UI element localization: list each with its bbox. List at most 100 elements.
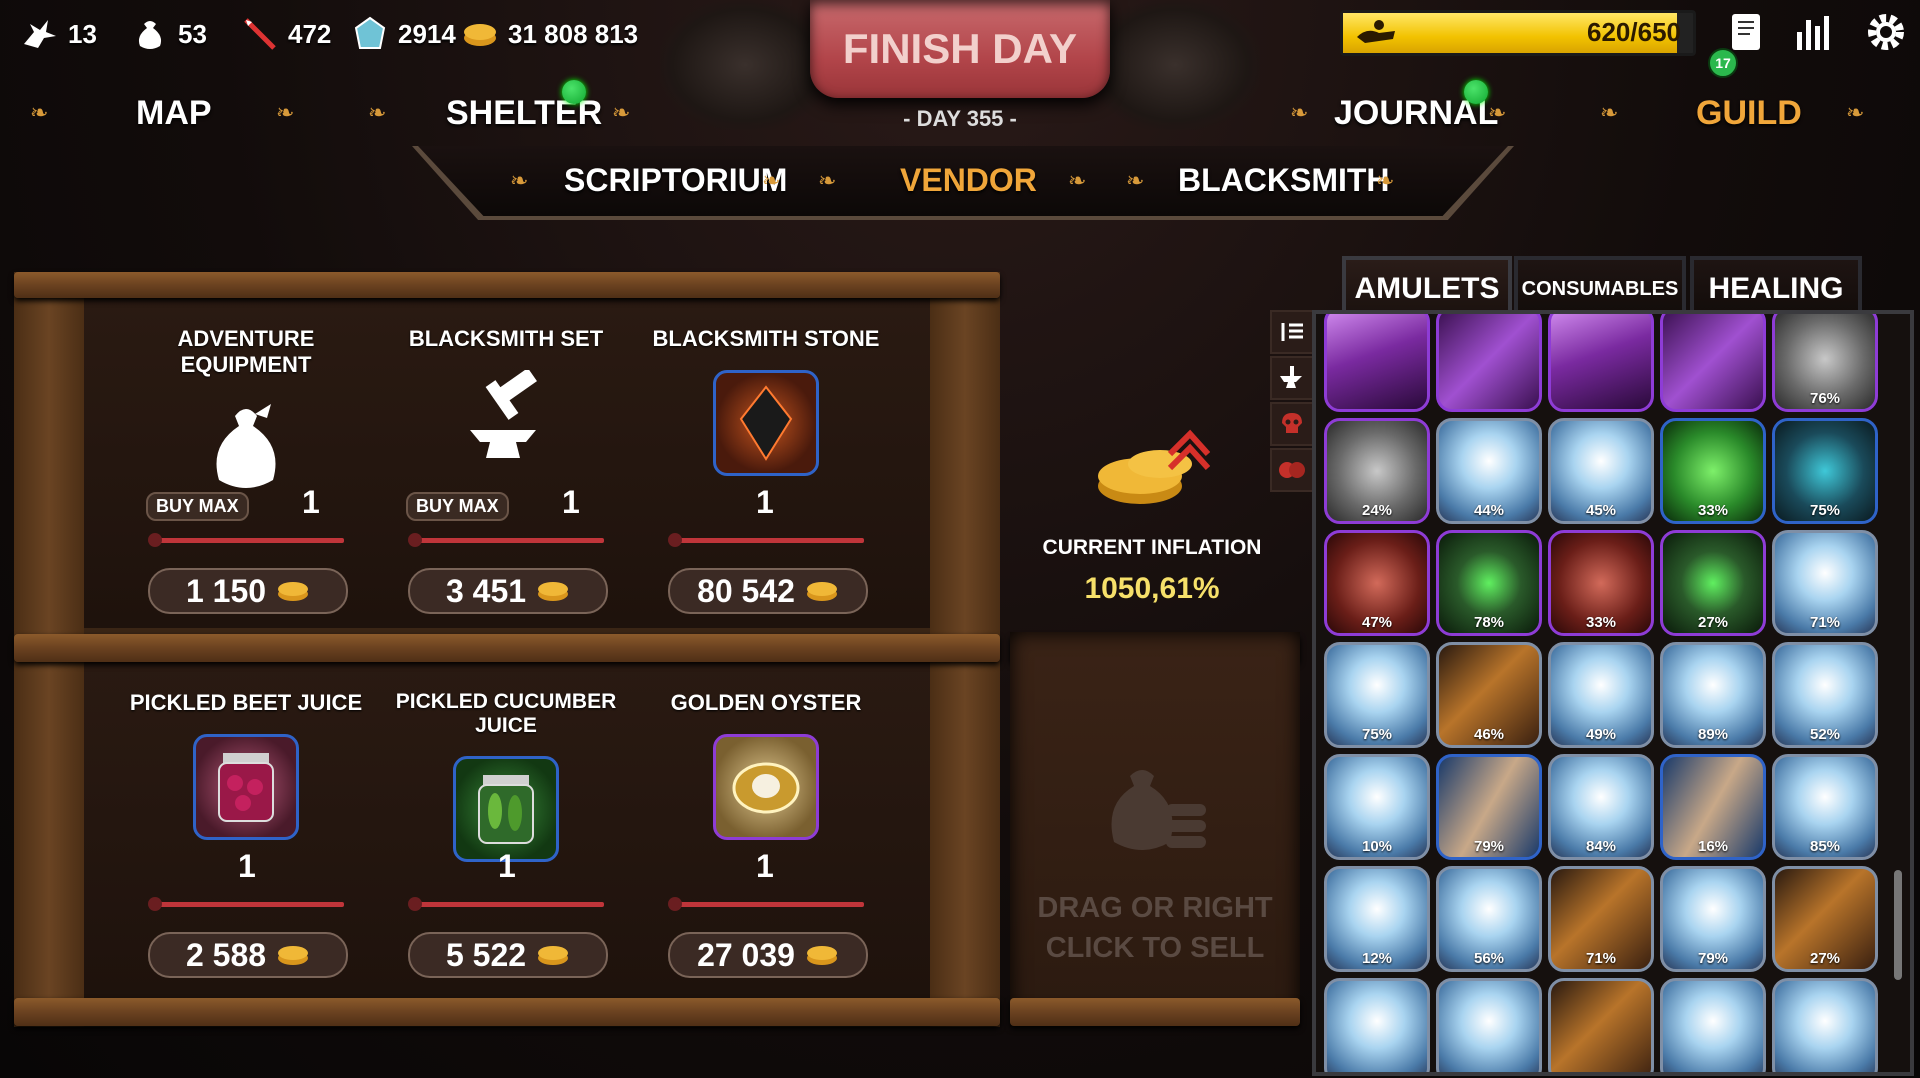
settings-button[interactable] <box>1862 8 1910 56</box>
price-button[interactable]: 3 451 <box>408 568 608 614</box>
inventory-slot[interactable]: 78% <box>1436 530 1542 636</box>
price-button[interactable]: 27 039 <box>668 932 868 978</box>
shop-item[interactable]: ADVENTURE EQUIPMENT <box>116 326 376 496</box>
slider-knob[interactable] <box>408 533 422 547</box>
tab-vendor[interactable]: VENDOR <box>900 162 1037 199</box>
inventory-slot[interactable]: 47% <box>1324 530 1430 636</box>
price-button[interactable]: 80 542 <box>668 568 868 614</box>
quantity-slider[interactable] <box>408 897 604 911</box>
filter-skull-button[interactable] <box>1270 402 1314 446</box>
inventory-slot[interactable] <box>1548 978 1654 1072</box>
durability-percent: 12% <box>1361 950 1393 967</box>
purple-staff-icon <box>1439 314 1539 409</box>
shop-item[interactable]: PICKLED BEET JUICE <box>116 690 376 840</box>
inventory-scrollbar[interactable] <box>1894 870 1902 980</box>
inventory-slot[interactable]: 27% <box>1772 866 1878 972</box>
slider-knob[interactable] <box>668 897 682 911</box>
inventory-slot[interactable]: 75% <box>1324 642 1430 748</box>
slider-knob[interactable] <box>668 533 682 547</box>
buy-max-button[interactable]: BUY MAX <box>406 492 509 521</box>
filter-craft-button[interactable] <box>1270 356 1314 400</box>
inventory-slot[interactable]: 12% <box>1324 866 1430 972</box>
inventory-slot[interactable] <box>1436 314 1542 412</box>
price-button[interactable]: 2 588 <box>148 932 348 978</box>
inventory-slot[interactable]: 49% <box>1548 642 1654 748</box>
inventory-slot[interactable]: 10% <box>1324 754 1430 860</box>
statistics-button[interactable] <box>1790 8 1838 56</box>
quantity-slider[interactable] <box>148 533 344 547</box>
quantity-slider[interactable] <box>408 533 604 547</box>
durability-percent: 79% <box>1473 838 1505 855</box>
quantity-slider[interactable] <box>668 897 864 911</box>
ornament-icon: ❧ <box>510 168 529 193</box>
inventory-slot[interactable]: 16% <box>1660 754 1766 860</box>
tab-scriptorium[interactable]: SCRIPTORIUM <box>564 162 787 199</box>
inventory-slot[interactable]: 79% <box>1660 866 1766 972</box>
inventory-slot[interactable]: 85% <box>1772 754 1878 860</box>
quantity-slider[interactable] <box>668 533 864 547</box>
inventory-slot[interactable]: 56% <box>1436 866 1542 972</box>
inventory-slot[interactable] <box>1324 978 1430 1072</box>
shop-item[interactable]: BLACKSMITH SET <box>376 326 636 470</box>
inventory-slot[interactable] <box>1436 978 1542 1072</box>
inventory-slot[interactable]: 33% <box>1660 418 1766 524</box>
gold-coins-icon <box>538 946 569 965</box>
inventory-slot[interactable]: 89% <box>1660 642 1766 748</box>
inventory-slot[interactable]: 44% <box>1436 418 1542 524</box>
price-button[interactable]: 5 522 <box>408 932 608 978</box>
ornament-icon: ❧ <box>368 100 387 125</box>
quantity-slider[interactable] <box>148 897 344 911</box>
item-quantity: 1 <box>756 484 774 520</box>
item-name: ADVENTURE EQUIPMENT <box>177 326 315 377</box>
shop-item[interactable]: PICKLED CUCUMBER JUICE <box>376 690 636 862</box>
nav-guild[interactable]: GUILD <box>1696 94 1802 133</box>
inventory-slot[interactable] <box>1772 978 1878 1072</box>
filter-skulls-button[interactable] <box>1270 448 1314 492</box>
inventory-slot[interactable]: 71% <box>1548 866 1654 972</box>
skull-icon <box>1282 413 1302 433</box>
inventory-slot[interactable] <box>1548 314 1654 412</box>
inventory-slot[interactable]: 52% <box>1772 642 1878 748</box>
tab-blacksmith[interactable]: BLACKSMITH <box>1178 162 1390 199</box>
inventory-slot[interactable]: 33% <box>1548 530 1654 636</box>
inventory-slot[interactable]: 76% <box>1772 314 1878 412</box>
gold-coins-icon <box>278 946 309 965</box>
item-quantity: 1 <box>302 484 320 520</box>
buy-max-button[interactable]: BUY MAX <box>146 492 249 521</box>
finish-day-button[interactable]: FINISH DAY <box>810 0 1110 98</box>
tab-consumables[interactable]: CONSUMABLES <box>1514 256 1686 318</box>
purple-crystal-icon <box>1551 314 1651 409</box>
inventory-slot[interactable]: 45% <box>1548 418 1654 524</box>
price-value: 80 542 <box>697 572 795 609</box>
slider-knob[interactable] <box>408 897 422 911</box>
item-name: PICKLED BEET JUICE <box>129 690 363 715</box>
inventory-slot[interactable]: 27% <box>1660 530 1766 636</box>
tab-amulets[interactable]: AMULETS <box>1342 256 1512 318</box>
tab-healing[interactable]: HEALING <box>1690 256 1862 318</box>
inventory-slot[interactable]: 71% <box>1772 530 1878 636</box>
price-value: 27 039 <box>697 936 795 973</box>
price-button[interactable]: 1 150 <box>148 568 348 614</box>
gold-coins-icon <box>538 582 569 601</box>
inventory-slot[interactable]: 24% <box>1324 418 1430 524</box>
inventory-slot[interactable] <box>1324 314 1430 412</box>
durability-percent: 75% <box>1361 726 1393 743</box>
inventory-slot[interactable]: 75% <box>1772 418 1878 524</box>
inventory-slot[interactable]: 79% <box>1436 754 1542 860</box>
inventory-slot[interactable] <box>1660 978 1766 1072</box>
slider-knob[interactable] <box>148 897 162 911</box>
stat-dragons-value: 13 <box>68 18 97 49</box>
stat-gold-value: 31 808 813 <box>508 18 639 49</box>
nav-map[interactable]: MAP <box>136 94 212 133</box>
shop-item[interactable]: BLACKSMITH STONE <box>636 326 896 476</box>
inventory-slot[interactable] <box>1660 314 1766 412</box>
slider-knob[interactable] <box>148 533 162 547</box>
shelf-plank-top <box>14 272 1000 298</box>
inventory-slot[interactable]: 84% <box>1548 754 1654 860</box>
inventory-slot[interactable]: 46% <box>1436 642 1542 748</box>
price-value: 3 451 <box>445 572 527 609</box>
sort-button[interactable] <box>1270 310 1314 354</box>
shop-item[interactable]: GOLDEN OYSTER <box>636 690 896 840</box>
ice-crystal-icon <box>1439 981 1539 1072</box>
durability-percent: 79% <box>1697 950 1729 967</box>
